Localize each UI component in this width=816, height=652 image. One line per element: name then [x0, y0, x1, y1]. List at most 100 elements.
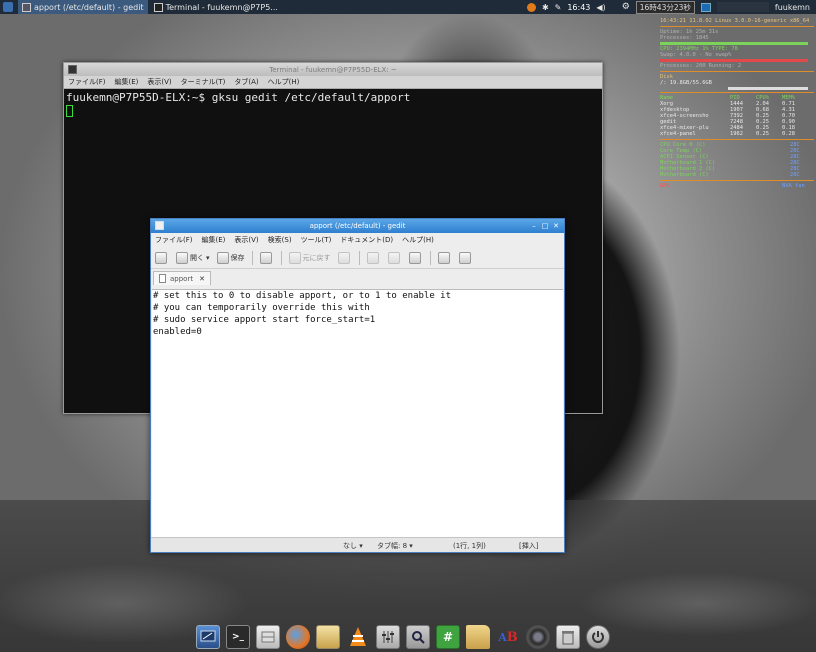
- conky-divider: [660, 71, 814, 72]
- terminal-command-line: fuukemn@P7P55D-ELX:~$ gksu gedit /etc/de…: [66, 91, 411, 104]
- settings-gear-icon[interactable]: ⚙: [622, 2, 630, 12]
- undo-button-label: 元に戻す: [302, 253, 331, 262]
- camera-icon[interactable]: [526, 625, 550, 649]
- bluetooth-icon[interactable]: ✱: [542, 3, 549, 12]
- file-manager-icon[interactable]: [256, 625, 280, 649]
- desktop-icon[interactable]: [196, 625, 220, 649]
- terminal-menu-view[interactable]: 表示(V): [147, 77, 171, 87]
- gedit-menu-tools[interactable]: ツール(T): [301, 235, 332, 245]
- terminal-menu-file[interactable]: ファイル(F): [68, 77, 106, 87]
- conky-line: Swap: 4.0.0 - No swap%: [660, 52, 732, 58]
- vlc-icon[interactable]: [346, 625, 370, 649]
- terminal-title: Terminal - fuukemn@P7P55D-ELX: ~: [269, 65, 397, 74]
- terminal-icon[interactable]: >_: [226, 625, 250, 649]
- undo-button[interactable]: 元に戻す: [288, 251, 331, 264]
- language-selector[interactable]: なし ▾: [343, 541, 363, 551]
- volume-icon[interactable]: ◀): [596, 3, 605, 12]
- workspace-icon[interactable]: [700, 2, 711, 12]
- document-tab-label: apport: [170, 274, 194, 283]
- dock: >_ # AB: [196, 624, 616, 650]
- terminal-menu-edit[interactable]: 編集(E): [115, 77, 139, 87]
- panel-date[interactable]: 16時43分23秒: [635, 0, 695, 14]
- gedit-titlebar[interactable]: apport (/etc/default) - gedit – □ ✕: [151, 219, 564, 233]
- save-button-label: 保存: [230, 253, 245, 262]
- find-replace-icon: [458, 251, 471, 264]
- text-glyph-b: B: [506, 629, 518, 645]
- image-viewer-icon[interactable]: [316, 625, 340, 649]
- drawer-glyph: [261, 631, 275, 643]
- trash-icon[interactable]: [556, 625, 580, 649]
- window-controls: – □ ✕: [528, 221, 561, 231]
- terminal-titlebar[interactable]: Terminal - fuukemn@P7P55D-ELX: ~: [64, 63, 602, 76]
- taskbar-item-terminal[interactable]: Terminal - fuukemn@P7P5...: [150, 0, 282, 14]
- bin-glyph: [562, 631, 574, 645]
- gedit-window[interactable]: apport (/etc/default) - gedit – □ ✕ ファイル…: [150, 218, 565, 553]
- terminal-output[interactable]: fuukemn@P7P55D-ELX:~$ gksu gedit /etc/de…: [64, 89, 602, 119]
- logout-icon[interactable]: [586, 625, 610, 649]
- copy-button[interactable]: [387, 251, 402, 264]
- cursor-position: (1行, 1列): [453, 542, 486, 550]
- gedit-menubar: ファイル(F) 編集(E) 表示(V) 検索(S) ツール(T) ドキュメント(…: [151, 233, 564, 247]
- panel-menu-button[interactable]: [0, 0, 16, 14]
- conky-divider: [660, 26, 814, 27]
- gpu-value: NVA fan: [782, 183, 805, 189]
- editor-line: # sudo service apport start force_start=…: [153, 315, 376, 325]
- power-glyph: [592, 631, 604, 643]
- maximize-icon[interactable]: □: [540, 221, 550, 231]
- search-icon[interactable]: [406, 625, 430, 649]
- tab-width-selector[interactable]: タブ幅: 8 ▾: [377, 541, 413, 551]
- update-notifier-icon[interactable]: [526, 2, 536, 12]
- text-icon[interactable]: AB: [496, 625, 520, 649]
- new-document-button[interactable]: [155, 251, 169, 264]
- panel-user[interactable]: fuukemn: [775, 3, 810, 12]
- tab-close-icon[interactable]: ✕: [199, 275, 205, 283]
- redo-button[interactable]: [337, 251, 352, 264]
- terminal-menu-tabs[interactable]: タブ(A): [234, 77, 258, 87]
- close-icon[interactable]: ✕: [551, 221, 561, 231]
- gedit-task-icon: [22, 2, 31, 12]
- gedit-menu-search[interactable]: 検索(S): [268, 235, 292, 245]
- folder-icon[interactable]: [466, 625, 490, 649]
- panel-clock[interactable]: 16:43: [567, 3, 590, 12]
- sliders-glyph: [382, 631, 394, 643]
- taskbar-item-gedit[interactable]: apport (/etc/default) - gedit: [18, 0, 148, 14]
- toolbar-separator: [280, 250, 282, 265]
- save-button[interactable]: 保存: [216, 251, 245, 264]
- undo-icon: [288, 251, 301, 264]
- terminal-menu-terminal[interactable]: ターミナル(T): [181, 77, 226, 87]
- open-button[interactable]: 開く ▾: [176, 251, 210, 264]
- gedit-menu-documents[interactable]: ドキュメント(D): [340, 235, 393, 245]
- terminal-menu-help[interactable]: ヘルプ(H): [268, 77, 300, 87]
- hash-icon[interactable]: #: [436, 625, 460, 649]
- paste-button[interactable]: [408, 251, 423, 264]
- cut-button[interactable]: [366, 251, 381, 264]
- conky-line: /: 19.8GB/55.6GB: [660, 80, 712, 86]
- gedit-tab-bar: apport ✕: [151, 269, 564, 285]
- minimize-icon[interactable]: –: [529, 221, 539, 231]
- editor-line: # set this to 0 to disable apport, or to…: [153, 291, 452, 301]
- replace-button[interactable]: [458, 251, 473, 264]
- panel-empty-slot: [716, 2, 769, 12]
- gedit-menu-edit[interactable]: 編集(E): [202, 235, 226, 245]
- terminal-app-icon: [68, 65, 77, 74]
- conky-divider: [660, 180, 814, 181]
- toolbar-separator: [429, 250, 431, 265]
- find-button[interactable]: [437, 251, 452, 264]
- text-editor[interactable]: # set this to 0 to disable apport, or to…: [152, 289, 563, 537]
- gpu-label: GPU: [660, 183, 670, 189]
- gedit-toolbar: 開く ▾ 保存 元に戻す: [151, 247, 564, 269]
- gedit-menu-view[interactable]: 表示(V): [234, 235, 258, 245]
- magnifier-glyph: [412, 631, 425, 644]
- conky-line: Processes: 1845: [660, 35, 709, 41]
- gedit-statusbar: なし ▾ タブ幅: 8 ▾ (1行, 1列) [挿入]: [151, 537, 564, 552]
- gedit-menu-help[interactable]: ヘルプ(H): [402, 235, 434, 245]
- network-icon[interactable]: ✎: [555, 3, 562, 12]
- gedit-menu-file[interactable]: ファイル(F): [155, 235, 193, 245]
- firefox-icon[interactable]: [286, 625, 310, 649]
- tab-width-label: タブ幅: 8: [377, 542, 408, 550]
- document-tab[interactable]: apport ✕: [153, 271, 211, 285]
- mixer-icon[interactable]: [376, 625, 400, 649]
- search-icon: [437, 251, 450, 264]
- editor-line: enabled=0: [153, 327, 202, 337]
- print-button[interactable]: [259, 251, 274, 264]
